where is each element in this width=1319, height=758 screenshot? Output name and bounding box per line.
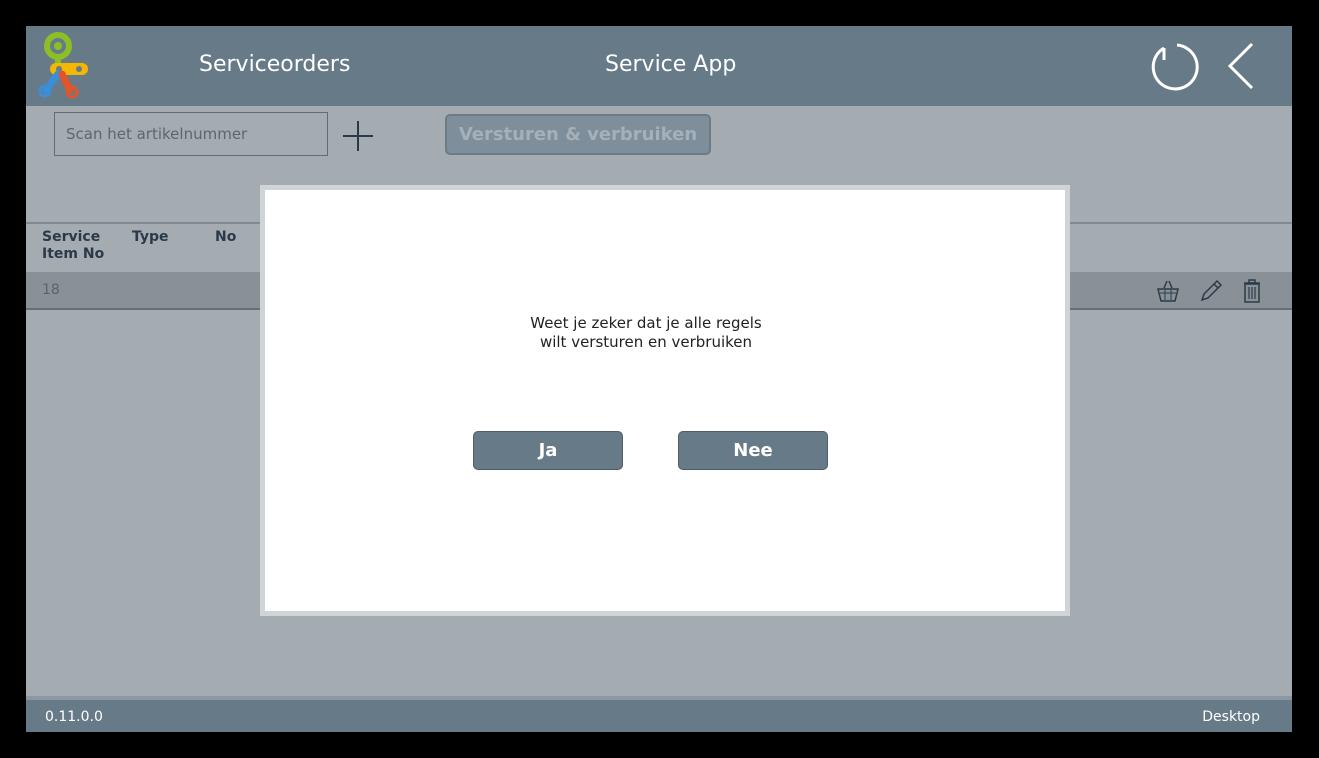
device-label: Desktop: [1202, 709, 1260, 725]
pencil-icon[interactable]: [1198, 278, 1224, 304]
basket-icon[interactable]: [1155, 278, 1181, 304]
app-title: Service App: [605, 52, 737, 77]
row-service-item-no: 18: [42, 282, 60, 298]
refresh-icon[interactable]: [1147, 40, 1199, 92]
trash-icon[interactable]: [1239, 278, 1265, 304]
no-button[interactable]: Nee: [678, 431, 828, 470]
app-footer: 0.11.0.0 Desktop: [26, 700, 1292, 732]
section-title: Serviceorders: [199, 52, 351, 77]
send-and-consume-button[interactable]: Versturen & verbruiken: [445, 114, 711, 155]
chevron-left-icon[interactable]: [1224, 40, 1260, 92]
app-version: 0.11.0.0: [45, 709, 103, 725]
scan-article-input[interactable]: [54, 112, 328, 156]
plus-icon[interactable]: [340, 118, 376, 154]
yes-button[interactable]: Ja: [473, 431, 623, 470]
app-logo: [38, 32, 88, 99]
confirm-dialog: Weet je zeker dat je alle regels wilt ve…: [260, 185, 1070, 616]
app-window: Serviceorders Service App Versturen & ve…: [26, 26, 1292, 732]
dialog-message: Weet je zeker dat je alle regels wilt ve…: [530, 314, 762, 351]
column-header-no: No: [215, 229, 237, 245]
column-header-service-item-no: Service Item No: [42, 229, 105, 262]
column-header-type: Type: [132, 229, 169, 245]
app-header: Serviceorders Service App: [26, 26, 1292, 106]
